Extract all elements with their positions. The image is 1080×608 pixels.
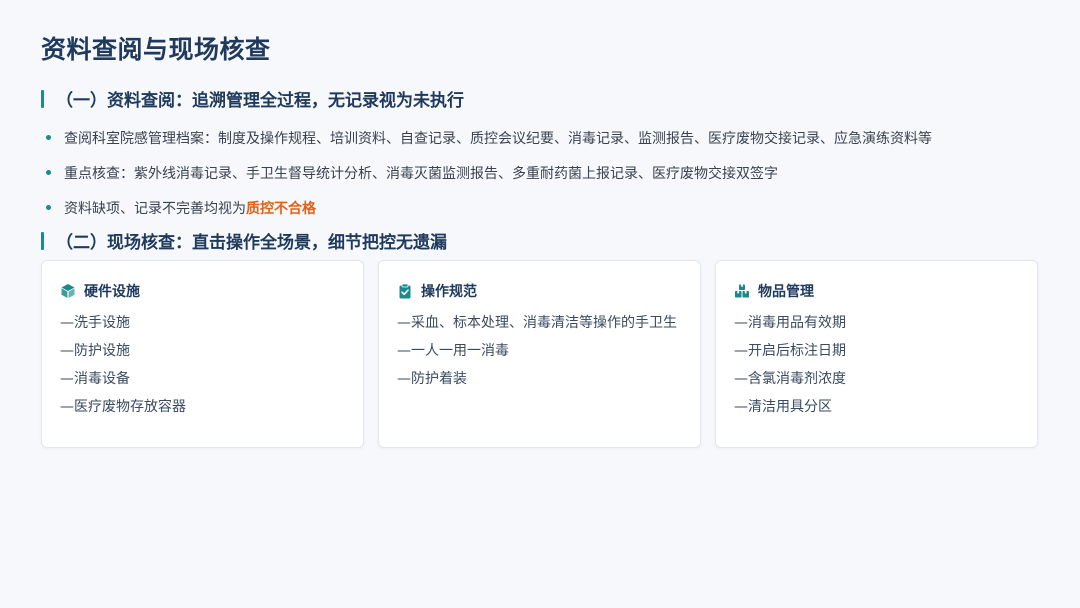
list-item-text: 查阅科室院感管理档案：制度及操作规程、培训资料、自查记录、质控会议纪要、消毒记录…: [64, 130, 932, 147]
card-item: —防护设施: [60, 343, 130, 359]
card-item: —消毒设备: [60, 371, 130, 387]
card-item: —洗手设施: [60, 315, 130, 331]
card-item: —采血、标本处理、消毒清洁等操作的手卫生: [397, 315, 677, 331]
card-item: —防护着装: [397, 371, 467, 387]
card-title: 操作规范: [421, 284, 477, 300]
bullet-dot-icon: [46, 135, 51, 140]
card-item: —含氯消毒剂浓度: [734, 371, 846, 387]
list-item-text: 资料缺项、记录不完善均视为: [64, 200, 246, 217]
card-item: —开启后标注日期: [734, 343, 846, 359]
card-header: 操作规范: [397, 281, 682, 301]
section-accent-bar: [41, 231, 44, 250]
bullet-dot-icon: [46, 170, 51, 175]
card-header: 硬件设施: [60, 281, 345, 301]
document-review-list: 查阅科室院感管理档案：制度及操作规程、培训资料、自查记录、质控会议纪要、消毒记录…: [46, 120, 932, 225]
list-item: 查阅科室院感管理档案：制度及操作规程、培训资料、自查记录、质控会议纪要、消毒记录…: [46, 120, 932, 155]
section-accent-bar: [41, 89, 44, 108]
list-item-text: 重点核查：紫外线消毒记录、手卫生督导统计分析、消毒灭菌监测报告、多重耐药菌上报记…: [64, 165, 778, 182]
card-operation: 操作规范 —采血、标本处理、消毒清洁等操作的手卫生 —一人一用一消毒 —防护着装: [378, 260, 701, 448]
page-title: 资料查阅与现场核查: [41, 35, 271, 64]
highlight-text: 质控不合格: [246, 200, 316, 217]
card-supplies: 物品管理 —消毒用品有效期 —开启后标注日期 —含氯消毒剂浓度 —清洁用具分区: [715, 260, 1038, 448]
slide: 资料查阅与现场核查 （一）资料查阅：追溯管理全过程，无记录视为未执行 查阅科室院…: [0, 0, 1080, 608]
list-item: 重点核查：紫外线消毒记录、手卫生督导统计分析、消毒灭菌监测报告、多重耐药菌上报记…: [46, 155, 932, 190]
section-heading-text: （二）现场核查：直击操作全场景，细节把控无遗漏: [56, 233, 447, 253]
boxes-icon: [735, 284, 749, 298]
cube-icon: [61, 284, 75, 298]
card-title: 物品管理: [758, 284, 814, 300]
clipboard-check-icon: [399, 283, 411, 299]
card-item: —一人一用一消毒: [397, 343, 509, 359]
card-item: —消毒用品有效期: [734, 315, 846, 331]
section-heading-onsite: （二）现场核查：直击操作全场景，细节把控无遗漏: [41, 228, 447, 253]
bullet-dot-icon: [46, 205, 51, 210]
section-heading-text: （一）资料查阅：追溯管理全过程，无记录视为未执行: [56, 91, 464, 111]
section-heading-documents: （一）资料查阅：追溯管理全过程，无记录视为未执行: [41, 86, 464, 111]
card-title: 硬件设施: [84, 284, 140, 300]
onsite-cards: 硬件设施 —洗手设施 —防护设施 —消毒设备 —医疗废物存放容器 操作规范 —采…: [41, 260, 1038, 448]
card-item: —医疗废物存放容器: [60, 399, 186, 415]
card-hardware: 硬件设施 —洗手设施 —防护设施 —消毒设备 —医疗废物存放容器: [41, 260, 364, 448]
list-item: 资料缺项、记录不完善均视为 质控不合格: [46, 190, 932, 225]
card-item: —清洁用具分区: [734, 399, 832, 415]
card-header: 物品管理: [734, 281, 1019, 301]
